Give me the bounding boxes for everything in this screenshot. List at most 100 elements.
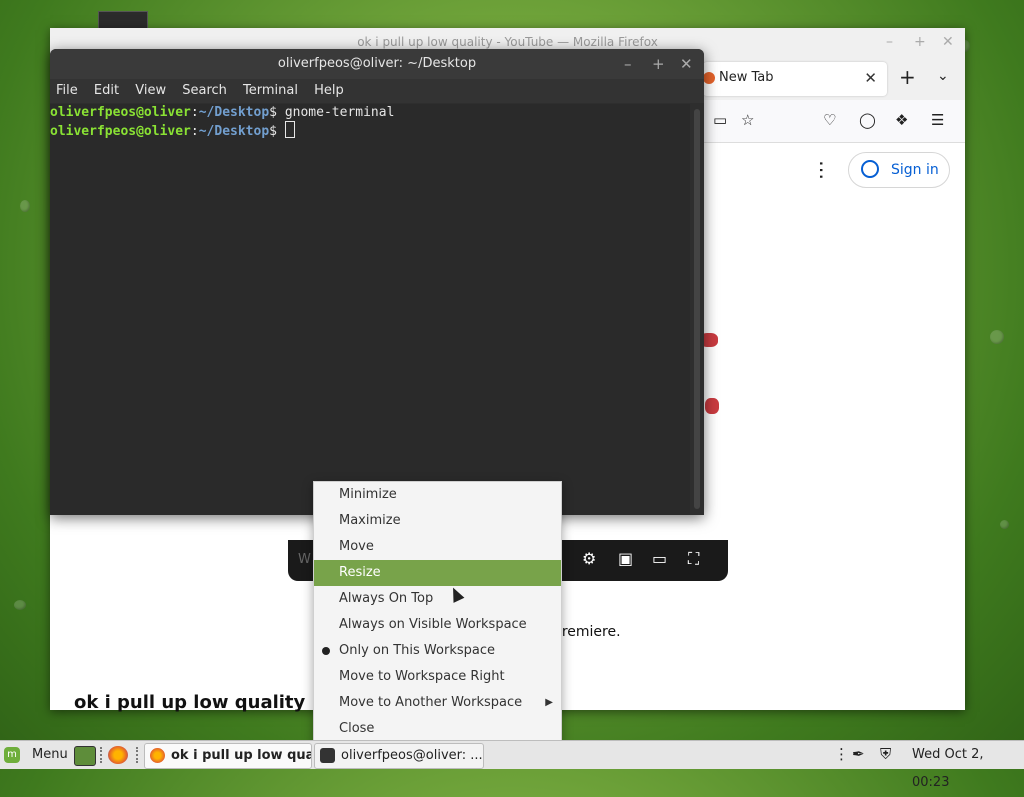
menu-item-label: Move <box>339 539 374 554</box>
menu-item-label: Close <box>339 721 375 736</box>
menu-item-move-to-another-workspace[interactable]: Move to Another Workspace ▶ <box>314 690 561 716</box>
minimize-icon[interactable]: – <box>624 49 632 79</box>
water-droplet <box>20 200 30 212</box>
sign-in-label: Sign in <box>891 162 939 178</box>
panel-separator <box>136 747 140 763</box>
tab-label: New Tab <box>719 70 774 85</box>
menu-item-label: Resize <box>339 565 381 580</box>
maximize-icon[interactable]: + <box>652 49 665 79</box>
prompt-symbol: $ <box>269 124 285 139</box>
menu-item-label: Minimize <box>339 487 397 502</box>
panel-separator <box>100 747 104 763</box>
terminal-window: oliverfpeos@oliver: ~/Desktop – + ✕ File… <box>50 49 704 515</box>
clock[interactable]: Wed Oct 2, 00:23 <box>912 741 1024 797</box>
water-droplet <box>990 330 1004 344</box>
account-icon[interactable]: ◯ <box>859 111 876 129</box>
firefox-favicon-icon <box>703 72 715 84</box>
fullscreen-icon[interactable]: ⛶ <box>688 549 699 569</box>
firefox-window-title: ok i pull up low quality - YouTube — Moz… <box>357 35 658 49</box>
firefox-launcher-icon[interactable] <box>108 746 128 764</box>
taskbar: m Menu ok i pull up low qua... oliverfpe… <box>0 740 1024 790</box>
menu-file[interactable]: File <box>56 83 78 98</box>
menu-item-label: Move to Another Workspace <box>339 695 523 710</box>
menu-search[interactable]: Search <box>182 83 227 98</box>
linux-mint-logo-icon: m <box>4 747 20 763</box>
menu-item-label: Maximize <box>339 513 401 528</box>
start-menu-label: Menu <box>32 747 68 762</box>
radio-selected-icon <box>322 647 330 655</box>
menu-item-label: Only on This Workspace <box>339 643 495 658</box>
menu-terminal[interactable]: Terminal <box>243 83 298 98</box>
menu-item-maximize[interactable]: Maximize <box>314 508 561 534</box>
taskbar-window-label: ok i pull up low qua... <box>171 748 312 763</box>
terminal-line: oliverfpeos@oliver:~/Desktop$ gnome-term… <box>50 104 690 121</box>
miniplayer-icon[interactable]: ▣ <box>618 549 633 568</box>
menu-edit[interactable]: Edit <box>94 83 119 98</box>
terminal-menubar: File Edit View Search Terminal Help <box>50 79 704 103</box>
menu-item-label: Always On Top <box>339 591 434 606</box>
video-watermark: W <box>298 552 311 567</box>
prompt-separator: : <box>190 124 199 139</box>
theater-mode-icon[interactable]: ▭ <box>652 549 667 568</box>
prompt-path: ~/Desktop <box>198 105 270 120</box>
menu-item-always-on-top[interactable]: Always On Top <box>314 586 561 612</box>
bookmark-star-icon[interactable]: ☆ <box>741 111 754 129</box>
taskbar-window-label: oliverfpeos@oliver: ... <box>341 748 483 763</box>
terminal-scrollbar[interactable] <box>694 109 700 509</box>
water-droplet <box>1000 520 1009 529</box>
menu-view[interactable]: View <box>135 83 166 98</box>
water-droplet <box>14 600 26 610</box>
menu-item-label: Always on Visible Workspace <box>339 617 527 632</box>
menu-item-move[interactable]: Move <box>314 534 561 560</box>
menu-item-label: Move to Workspace Right <box>339 669 505 684</box>
terminal-icon <box>320 748 335 763</box>
notes-pen-icon[interactable]: ✒ <box>852 745 865 763</box>
chevron-down-icon[interactable]: ⌄ <box>937 68 949 84</box>
terminal-window-title: oliverfpeos@oliver: ~/Desktop <box>277 56 477 71</box>
pocket-icon[interactable]: ♡ <box>823 111 836 129</box>
new-tab-icon[interactable]: + <box>899 65 916 89</box>
settings-gear-icon[interactable]: ⚙ <box>582 549 596 568</box>
submenu-arrow-icon: ▶ <box>545 697 553 708</box>
menu-item-only-on-this-workspace[interactable]: Only on This Workspace <box>314 638 561 664</box>
sign-in-button[interactable]: Sign in <box>848 152 950 188</box>
close-tab-icon[interactable]: ✕ <box>864 69 877 87</box>
prompt-symbol: $ <box>269 105 285 120</box>
terminal-titlebar[interactable]: oliverfpeos@oliver: ~/Desktop – + ✕ <box>50 49 704 79</box>
firefox-icon <box>150 748 165 763</box>
menu-item-move-to-workspace-right[interactable]: Move to Workspace Right <box>314 664 561 690</box>
terminal-output[interactable]: oliverfpeos@oliver:~/Desktop$ gnome-term… <box>50 104 690 515</box>
menu-item-always-on-visible-workspace[interactable]: Always on Visible Workspace <box>314 612 561 638</box>
menu-item-close[interactable]: Close <box>314 716 561 742</box>
command-text: gnome-terminal <box>284 105 395 120</box>
extensions-icon[interactable]: ❖ <box>895 111 908 129</box>
menu-item-minimize[interactable]: Minimize <box>314 482 561 508</box>
prompt-separator: : <box>190 105 199 120</box>
text-cursor <box>284 121 295 138</box>
window-context-menu: Minimize Maximize Move Resize Always On … <box>313 481 562 744</box>
firefox-tabstrip: New Tab ✕ + ⌄ <box>703 56 965 100</box>
firefox-toolbar: ▭ ☆ ♡ ◯ ❖ ☰ <box>703 100 965 143</box>
tab-new-tab[interactable]: New Tab ✕ <box>703 62 887 96</box>
menu-help[interactable]: Help <box>314 83 344 98</box>
prompt-user: oliverfpeos@oliver <box>50 124 191 139</box>
shield-icon[interactable]: ⛨ <box>880 745 891 763</box>
terminal-line: oliverfpeos@oliver:~/Desktop$ <box>50 121 690 139</box>
show-desktop-icon[interactable] <box>74 746 96 766</box>
video-frame-detail <box>705 398 719 414</box>
maximize-icon[interactable]: + <box>914 28 926 56</box>
taskbar-window-firefox[interactable]: ok i pull up low qua... <box>144 743 312 769</box>
picture-in-picture-icon[interactable]: ▭ <box>713 111 727 129</box>
tray-menu-dots-icon[interactable]: ⋮ <box>834 745 849 763</box>
user-icon <box>861 160 879 178</box>
taskbar-window-terminal[interactable]: oliverfpeos@oliver: ... <box>314 743 484 769</box>
video-title: ok i pull up low quality <box>74 692 306 713</box>
close-icon[interactable]: ✕ <box>680 49 693 79</box>
prompt-user: oliverfpeos@oliver <box>50 105 191 120</box>
minimize-icon[interactable]: – <box>886 28 893 56</box>
menu-item-resize[interactable]: Resize <box>314 560 561 586</box>
hamburger-menu-icon[interactable]: ☰ <box>931 111 944 129</box>
more-options-icon[interactable]: ⋯ <box>810 160 834 180</box>
close-icon[interactable]: ✕ <box>942 28 954 56</box>
prompt-path: ~/Desktop <box>198 124 270 139</box>
